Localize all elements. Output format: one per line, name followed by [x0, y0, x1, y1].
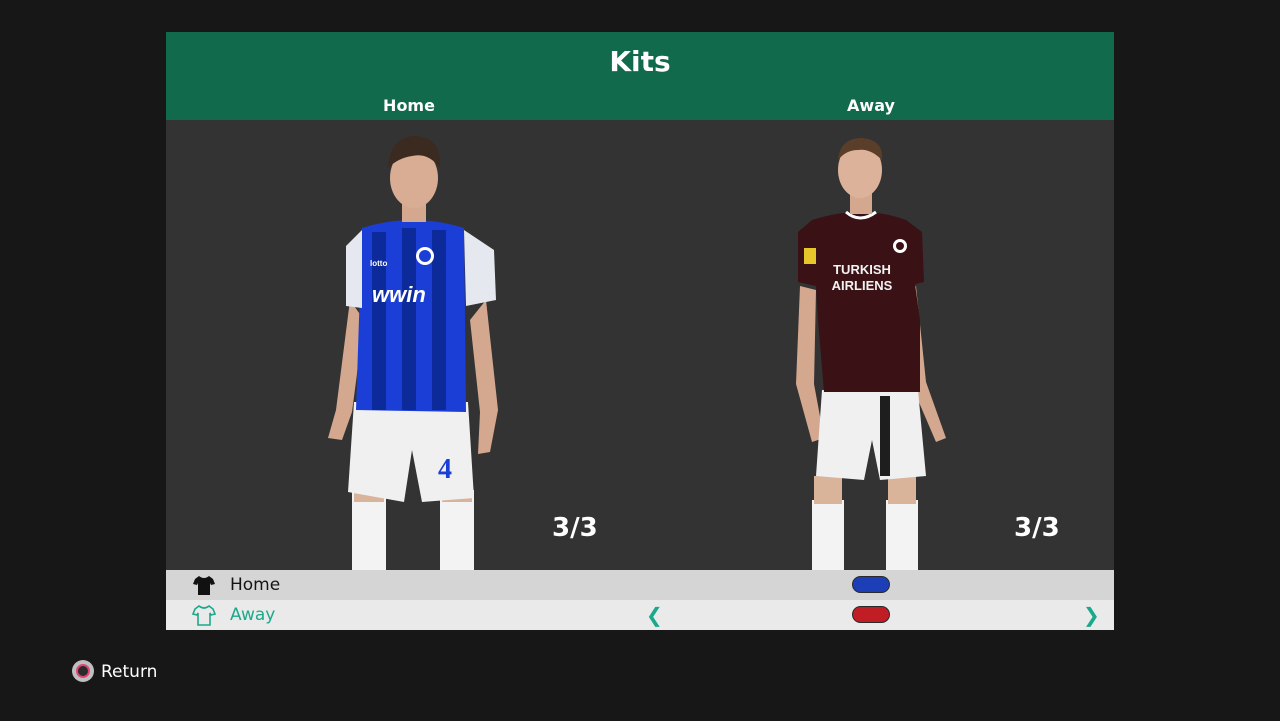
page-title: Kits [609, 45, 671, 78]
kit-row-away[interactable]: Away ❮ ❯ [166, 600, 1114, 630]
home-sponsor-text: wwin [372, 282, 426, 307]
away-player-model: TURKISH AIRLIENS [796, 138, 946, 570]
kit-row-home[interactable]: Home [166, 570, 1114, 600]
away-sponsor-line1: TURKISH [833, 262, 891, 277]
next-kit-arrow-icon[interactable]: ❯ [1083, 603, 1100, 627]
return-label: Return [101, 662, 158, 682]
header-bar: Kits Home Away [166, 32, 1114, 120]
shirt-filled-icon [193, 576, 215, 595]
kit-row-home-label: Home [230, 575, 281, 595]
shirt-outline-icon [192, 604, 216, 626]
away-sponsor-line2: AIRLIENS [832, 278, 893, 293]
previous-kit-arrow-icon[interactable]: ❮ [646, 603, 663, 627]
column-label-away: Away [847, 96, 895, 115]
away-kit-preview[interactable]: TURKISH AIRLIENS 3/3 [640, 120, 1114, 570]
circle-button-icon [72, 660, 94, 682]
kits-screen: Kits Home Away wwin lotto 4 3/3 TURKISH … [0, 0, 1280, 721]
home-kit-preview[interactable]: wwin lotto 4 3/3 [166, 120, 640, 570]
home-shorts-number: 4 [438, 454, 452, 485]
kits-panel: Kits Home Away wwin lotto 4 3/3 TURKISH … [166, 32, 1114, 630]
home-color-swatch [852, 576, 890, 593]
home-kit-counter: 3/3 [552, 513, 598, 543]
away-color-swatch [852, 606, 890, 623]
away-kit-counter: 3/3 [1014, 513, 1060, 543]
home-brand-text: lotto [370, 259, 387, 268]
kit-row-away-label: Away [230, 605, 276, 625]
column-label-home: Home [383, 96, 435, 115]
home-player-model: wwin lotto 4 [328, 136, 498, 570]
